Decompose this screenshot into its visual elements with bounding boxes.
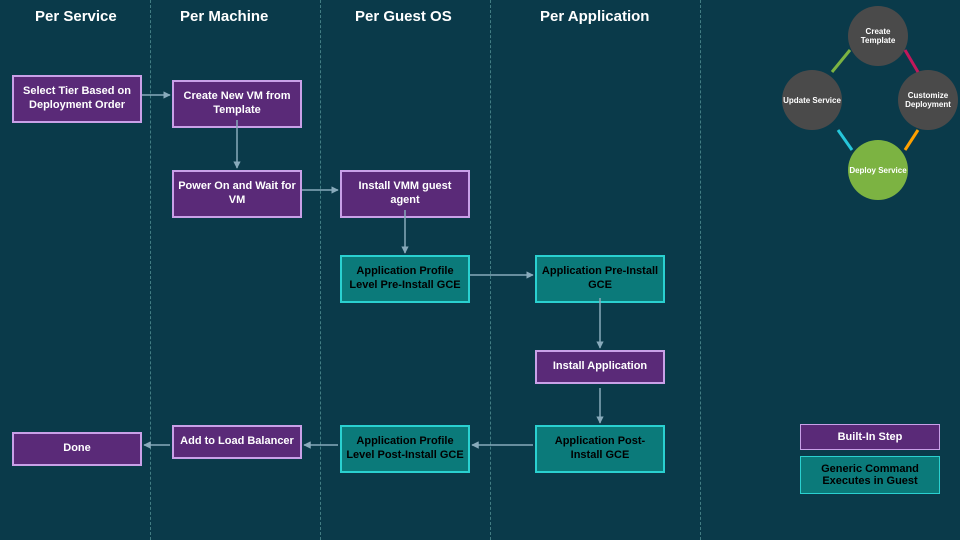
box-install-app: Install Application	[535, 350, 665, 384]
circle-update-service: Update Service	[782, 70, 842, 130]
header-guest: Per Guest OS	[355, 8, 452, 25]
header-machine: Per Machine	[180, 8, 268, 25]
circle-customize-deploy: Customize Deployment	[898, 70, 958, 130]
box-create-vm: Create New VM from Template	[172, 80, 302, 128]
column-headers: Per Service Per Machine Per Guest OS Per…	[0, 0, 960, 40]
legend-builtin: Built-In Step	[800, 424, 940, 450]
box-select-tier: Select Tier Based on Deployment Order	[12, 75, 142, 123]
box-app-post: Application Post-Install GCE	[535, 425, 665, 473]
box-profile-pre: Application Profile Level Pre-Install GC…	[340, 255, 470, 303]
legend: Built-In Step Generic Command Executes i…	[800, 418, 940, 500]
box-app-pre: Application Pre-Install GCE	[535, 255, 665, 303]
header-app: Per Application	[540, 8, 649, 25]
box-profile-post: Application Profile Level Post-Install G…	[340, 425, 470, 473]
circle-create-template: Create Template	[848, 6, 908, 66]
box-add-lb: Add to Load Balancer	[172, 425, 302, 459]
box-install-agent: Install VMM guest agent	[340, 170, 470, 218]
box-power-on: Power On and Wait for VM	[172, 170, 302, 218]
header-service: Per Service	[35, 8, 117, 25]
circle-deploy-service: Deploy Service	[848, 140, 908, 200]
box-done: Done	[12, 432, 142, 466]
legend-gce: Generic Command Executes in Guest	[800, 456, 940, 494]
